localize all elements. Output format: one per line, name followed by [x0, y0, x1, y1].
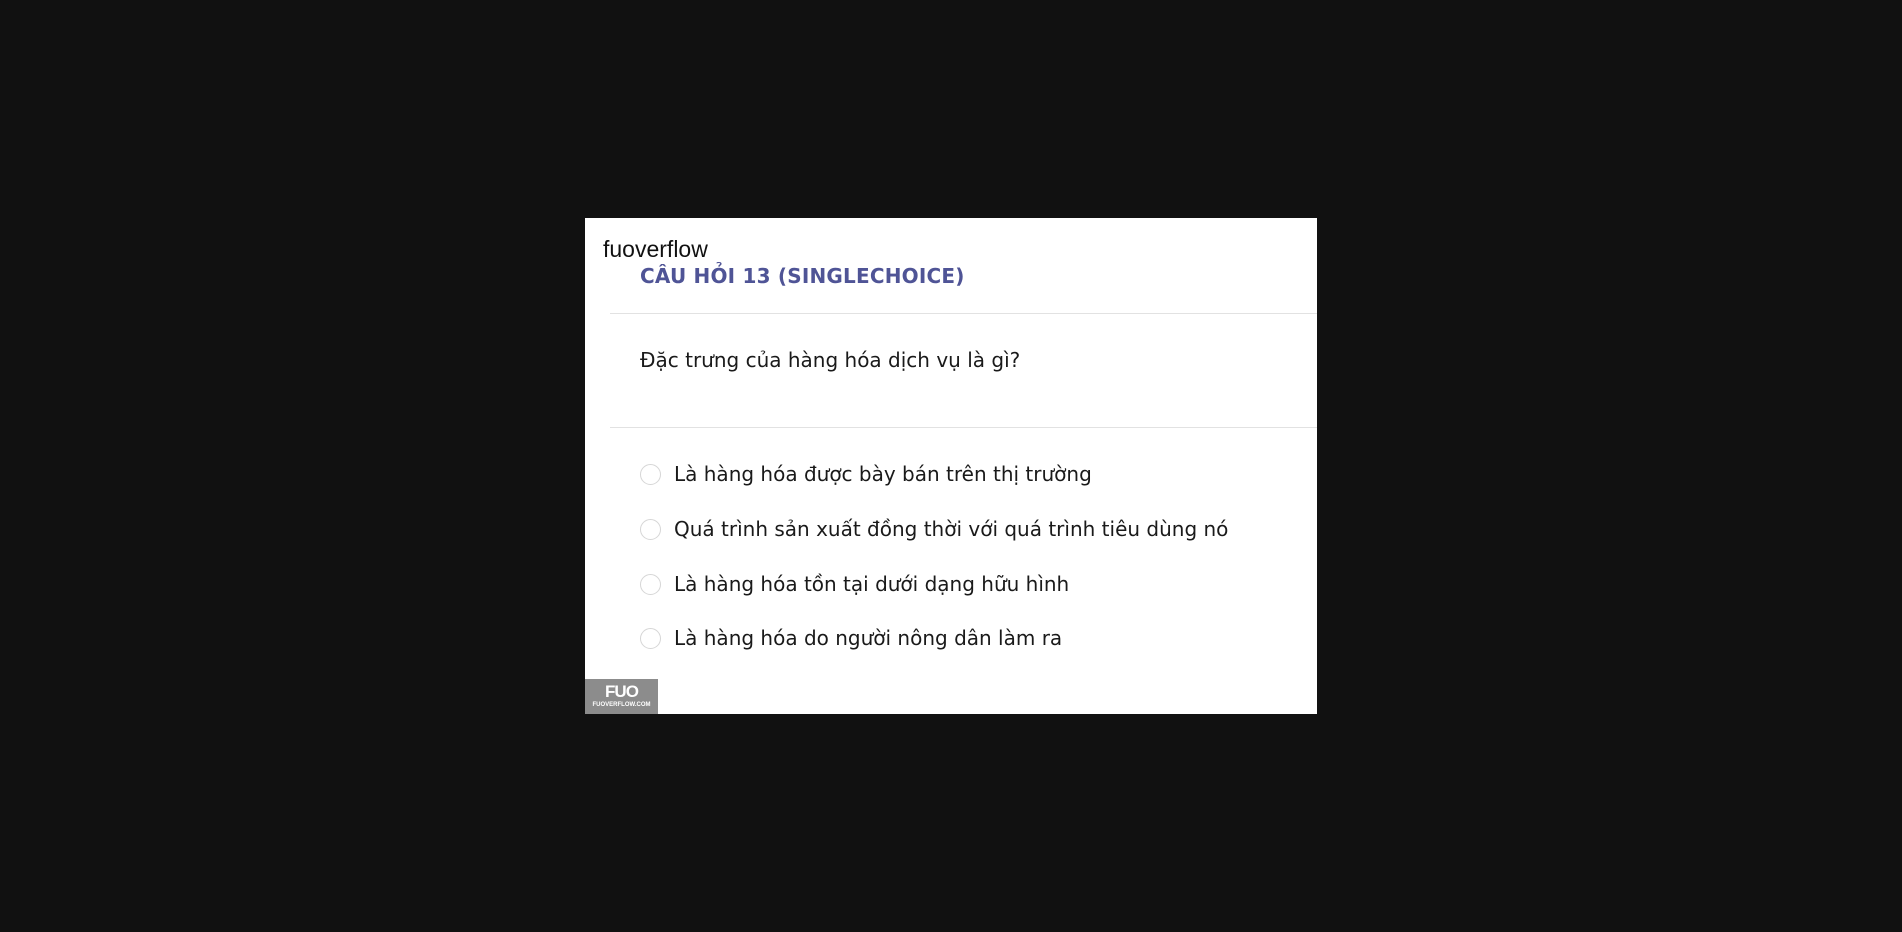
watermark-logo: FUO FUOVERFLOW.COM: [585, 679, 658, 714]
answer-option-4[interactable]: Là hàng hóa do người nông dân làm ra: [640, 624, 1062, 652]
question-header: CÂU HỎI 13 (SINGLECHOICE): [640, 264, 965, 288]
radio-button-4[interactable]: [640, 627, 661, 649]
header-divider: [610, 313, 1317, 314]
answer-option-label: Là hàng hóa được bày bán trên thị trường: [674, 462, 1092, 486]
radio-button-1[interactable]: [640, 463, 661, 485]
radio-button-2[interactable]: [640, 518, 661, 540]
answer-option-2[interactable]: Quá trình sản xuất đồng thời với quá trì…: [640, 515, 1228, 543]
question-header-text: CÂU HỎI 13 (SINGLECHOICE): [640, 264, 965, 288]
watermark-site: FUOVERFLOW.COM: [592, 702, 651, 708]
question-card: fuoverflow CÂU HỎI 13 (SINGLECHOICE) Đặc…: [585, 218, 1317, 714]
answer-option-3[interactable]: Là hàng hóa tồn tại dưới dạng hữu hình: [640, 570, 1069, 598]
answer-option-label: Là hàng hóa tồn tại dưới dạng hữu hình: [674, 572, 1070, 596]
answer-option-1[interactable]: Là hàng hóa được bày bán trên thị trường: [640, 460, 1092, 488]
radio-button-3[interactable]: [640, 573, 661, 595]
brand-label: fuoverflow: [603, 236, 708, 262]
watermark-mark: FUO: [605, 682, 639, 701]
question-divider: [610, 427, 1317, 428]
question-text: Đặc trưng của hàng hóa dịch vụ là gì?: [640, 348, 1021, 372]
answer-option-label: Là hàng hóa do người nông dân làm ra: [674, 626, 1063, 650]
answer-option-label: Quá trình sản xuất đồng thời với quá trì…: [674, 517, 1229, 541]
